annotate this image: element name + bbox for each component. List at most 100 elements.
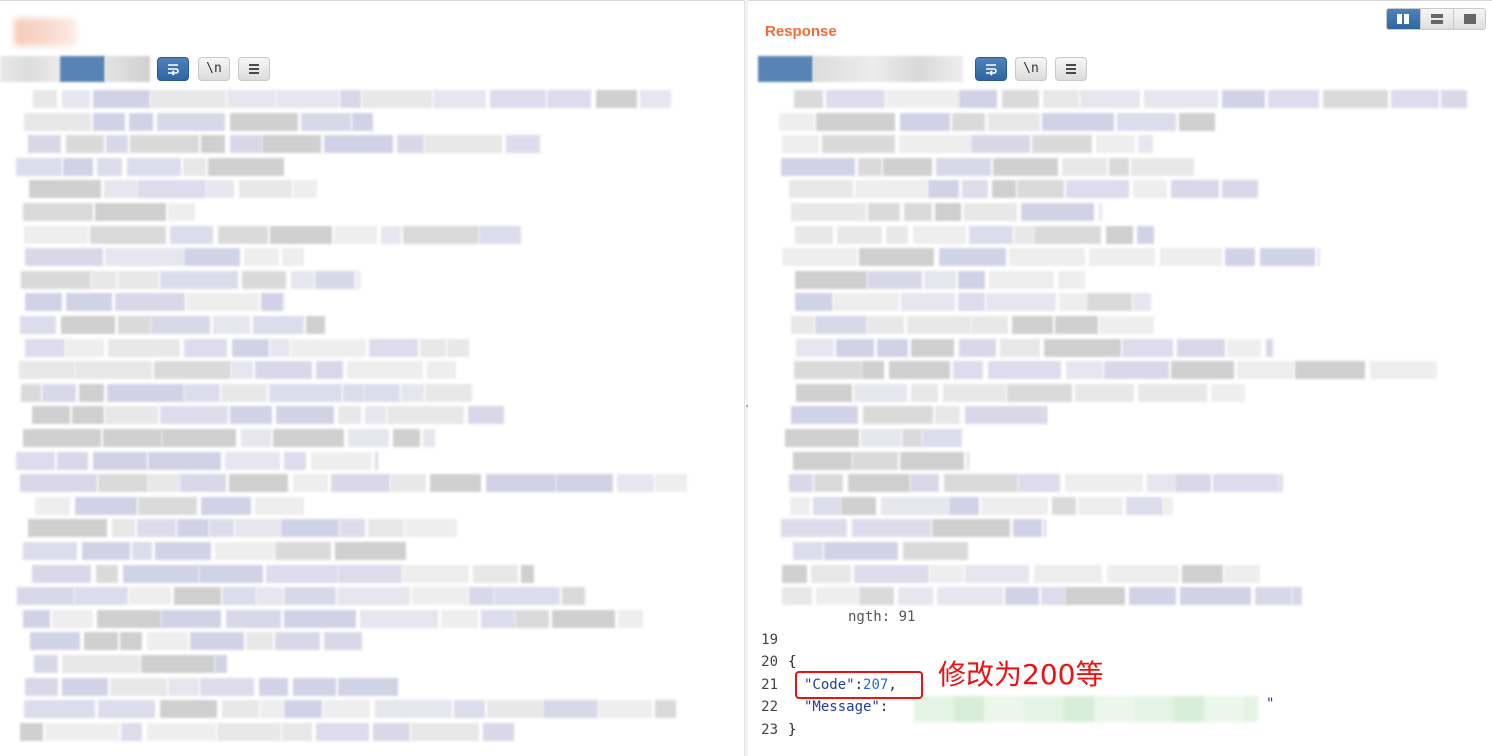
redacted-segment (852, 451, 898, 470)
redacted-line (748, 178, 1492, 200)
redacted-segment (936, 157, 991, 176)
redacted-segment (791, 203, 866, 221)
redacted-segment (454, 700, 485, 719)
redacted-segment (822, 135, 895, 154)
redacted-segment (402, 564, 469, 583)
redacted-segment (25, 677, 58, 696)
redacted-segment (261, 293, 283, 312)
redacted-segment (226, 609, 281, 628)
redacted-segment (837, 225, 882, 244)
response-pane: Response \n ngth: 91 19 20 21 22 23 { "C… (748, 0, 1492, 756)
redacted-segment (273, 429, 344, 447)
redacted-segment (93, 112, 125, 131)
redacted-segment (494, 587, 560, 606)
redacted-segment (364, 383, 400, 402)
redacted-segment (1222, 90, 1265, 108)
code-highlight-box (795, 671, 923, 699)
redacted-segment (255, 361, 312, 380)
newline-button[interactable]: \n (198, 57, 230, 81)
redacted-segment (898, 587, 933, 606)
redacted-segment (1018, 474, 1060, 493)
split-view-button[interactable] (1387, 9, 1420, 29)
redacted-segment (1106, 225, 1133, 244)
redacted-segment (72, 406, 104, 425)
redacted-segment (335, 542, 406, 560)
redacted-segment (157, 112, 225, 131)
redacted-segment (154, 361, 231, 380)
redacted-segment (323, 700, 370, 719)
redacted-segment (275, 542, 331, 560)
redacted-segment (284, 587, 336, 606)
redacted-segment (1137, 225, 1154, 244)
redacted-segment (19, 361, 75, 380)
redacted-segment (340, 90, 361, 108)
redacted-line (0, 450, 744, 472)
redacted-segment (347, 361, 423, 380)
redacted-line (0, 630, 744, 652)
redacted-segment (1087, 293, 1132, 312)
redacted-segment (785, 429, 859, 447)
redacted-segment (184, 338, 227, 357)
response-title: Response (765, 23, 837, 40)
wrap-lines-button[interactable] (157, 57, 189, 81)
redacted-segment (355, 270, 361, 289)
redacted-segment (232, 338, 269, 357)
redacted-segment (479, 225, 521, 244)
redacted-segment (814, 474, 843, 493)
redacted-segment (779, 112, 814, 131)
redacted-segment (65, 338, 104, 357)
wrap-lines-icon (168, 64, 179, 76)
redacted-line (748, 88, 1492, 110)
redacted-segment (1171, 361, 1234, 380)
single-view-icon (1464, 14, 1476, 24)
redacted-segment (397, 135, 424, 154)
redacted-segment (281, 519, 339, 538)
redacted-line (748, 472, 1492, 494)
newline-button[interactable]: \n (1015, 57, 1047, 81)
redacted-segment (90, 225, 166, 244)
request-tab-redacted (0, 56, 60, 82)
redacted-line (748, 291, 1492, 313)
redacted-segment (301, 112, 351, 131)
redacted-segment (640, 90, 671, 108)
redacted-segment (239, 180, 292, 199)
redacted-segment (200, 677, 254, 696)
redacted-segment (911, 338, 954, 357)
redacted-segment (826, 90, 885, 108)
redacted-segment (423, 429, 435, 447)
redacted-line (748, 314, 1492, 336)
redacted-segment (794, 361, 862, 380)
redacted-line (748, 337, 1492, 359)
redacted-segment (121, 722, 142, 741)
redacted-segment (1224, 564, 1260, 583)
redacted-segment (25, 248, 103, 267)
wrap-lines-button[interactable] (975, 57, 1007, 81)
redacted-segment (433, 90, 486, 108)
redacted-segment (1013, 519, 1042, 538)
redacted-segment (1052, 496, 1076, 515)
redacted-segment (215, 542, 274, 560)
redacted-segment (1237, 361, 1294, 380)
redacted-segment (104, 180, 137, 199)
redacted-segment (62, 90, 90, 108)
redacted-segment (93, 90, 150, 108)
redacted-line (0, 517, 744, 539)
single-view-button[interactable] (1453, 9, 1485, 29)
menu-button[interactable] (238, 57, 270, 81)
redacted-segment (34, 655, 58, 673)
redacted-line (0, 337, 744, 359)
redacted-segment (390, 474, 426, 493)
redacted-line (0, 404, 744, 426)
redacted-line (748, 585, 1492, 607)
menu-button[interactable] (1055, 57, 1087, 81)
json-close-brace: } (788, 722, 797, 738)
redacted-segment (965, 564, 1029, 583)
redacted-segment (1041, 587, 1065, 606)
redacted-segment (861, 429, 901, 447)
horizontal-view-button[interactable] (1420, 9, 1453, 29)
redacted-segment (352, 112, 373, 131)
redacted-segment (334, 225, 377, 244)
redacted-segment (939, 248, 1006, 267)
redacted-segment (854, 383, 907, 402)
redacted-segment (168, 203, 195, 221)
